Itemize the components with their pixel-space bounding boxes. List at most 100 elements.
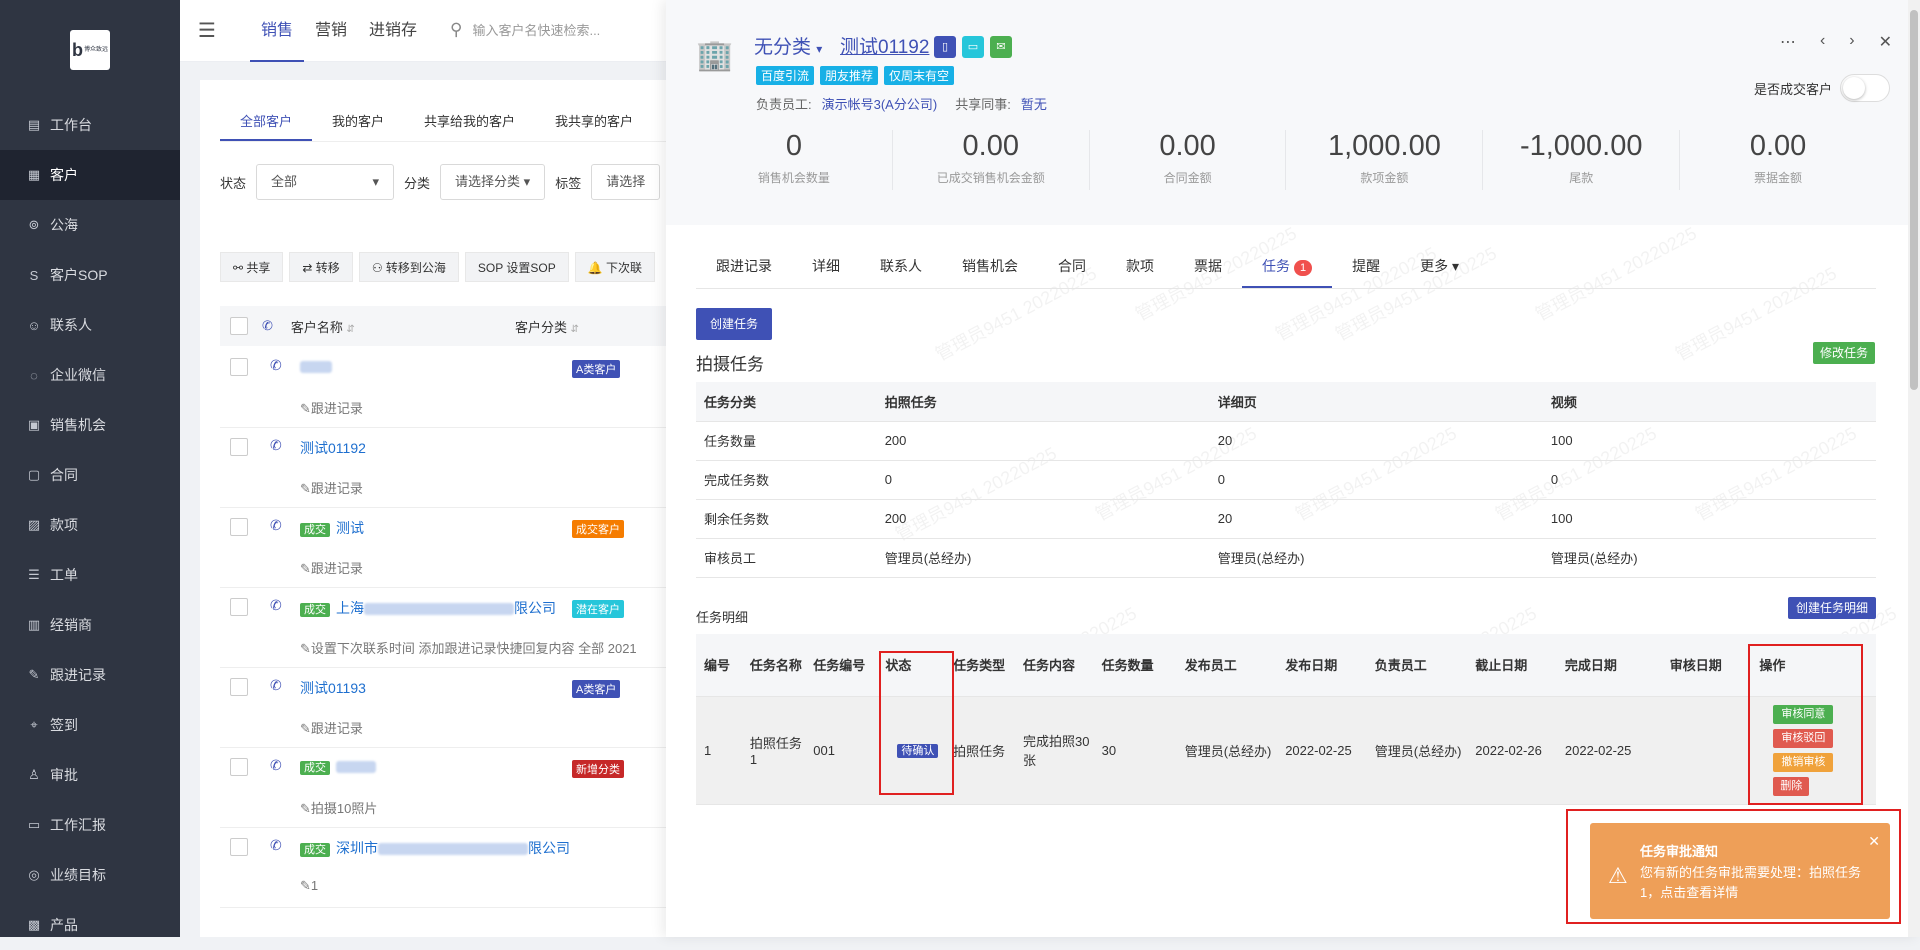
column-category[interactable]: 客户分类 ⇵: [515, 317, 579, 336]
move-to-pool-button[interactable]: ⚇ 转移到公海: [358, 252, 459, 282]
tab-4[interactable]: 合同: [1038, 245, 1106, 288]
category-dropdown[interactable]: 无分类 ▾: [754, 32, 822, 59]
table-row[interactable]: ✆ 成交 深圳市 限公司 ✎1: [220, 828, 720, 908]
follow-up-link[interactable]: ✎跟进记录: [300, 398, 363, 417]
toast-close-icon[interactable]: ✕: [1868, 833, 1880, 850]
sidebar-item[interactable]: ☺ 联系人: [0, 300, 180, 350]
table-row[interactable]: ✆ ✎跟进记录 A类客户: [220, 348, 720, 428]
next-icon[interactable]: ›: [1849, 32, 1854, 52]
customer-name-link[interactable]: [300, 358, 332, 374]
share-button[interactable]: ⚯ 共享: [220, 252, 284, 282]
table-row[interactable]: ✆ 成交 上海 限公司 ✎设置下次联系时间 添加跟进记录快捷回复内容 全部 2021 潜在…: [220, 588, 720, 668]
customer-name-link[interactable]: 成交 深圳市 限公司: [300, 838, 570, 858]
customer-name-link[interactable]: 成交 上海 限公司: [300, 598, 556, 618]
brand-logo[interactable]: b 博众致远: [70, 30, 110, 70]
category-select[interactable]: 请选择分类 ▾: [440, 164, 546, 200]
table-row[interactable]: ✆ 成交 ✎拍摄10照片 新增分类: [220, 748, 720, 828]
mail-icon[interactable]: ✉: [990, 36, 1012, 58]
tab-9[interactable]: 更多 ▾: [1400, 245, 1479, 288]
row-checkbox[interactable]: [230, 838, 248, 856]
task-approval-toast[interactable]: ⚠ 任务审批通知 您有新的任务审批需要处理：拍照任务1，点击查看详情 ✕: [1590, 823, 1890, 919]
row-checkbox[interactable]: [230, 358, 248, 376]
follow-up-link[interactable]: ✎拍摄10照片: [300, 798, 377, 817]
tab-shared-by-me[interactable]: 我共享的客户: [535, 102, 653, 141]
customer-name-link[interactable]: 成交: [300, 758, 376, 775]
sidebar-item[interactable]: ⌖ 签到: [0, 700, 180, 750]
tab-0[interactable]: 跟进记录: [696, 245, 792, 288]
phone-icon[interactable]: ✆: [270, 677, 282, 694]
sidebar-item[interactable]: ▭ 工作汇报: [0, 800, 180, 850]
sidebar-item[interactable]: ▩ 产品: [0, 900, 180, 950]
tab-1[interactable]: 详细: [792, 245, 860, 288]
phone-icon[interactable]: ✆: [270, 757, 282, 774]
owner-link[interactable]: 演示帐号3(A分公司): [822, 97, 938, 112]
more-icon[interactable]: ⋯: [1780, 32, 1796, 52]
tab-my-customers[interactable]: 我的客户: [312, 102, 404, 141]
phone-icon[interactable]: ✆: [270, 517, 282, 534]
row-checkbox[interactable]: [230, 678, 248, 696]
follow-up-link[interactable]: ✎跟进记录: [300, 558, 363, 577]
tab-inventory[interactable]: 进销存: [358, 0, 428, 62]
customer-name-link[interactable]: 测试01192: [300, 438, 366, 458]
sidebar-item[interactable]: ▤ 工作台: [0, 100, 180, 150]
tab-7[interactable]: 任务 1: [1242, 245, 1333, 288]
tab-sales[interactable]: 销售: [250, 0, 305, 62]
sidebar-item[interactable]: ♙ 审批: [0, 750, 180, 800]
sidebar-item[interactable]: S 客户SOP: [0, 250, 180, 300]
deal-toggle[interactable]: [1840, 74, 1890, 102]
phone-icon[interactable]: ✆: [270, 437, 282, 454]
sidebar-item[interactable]: ⊚ 公海: [0, 200, 180, 250]
phone-icon[interactable]: ✆: [270, 357, 282, 374]
tab-3[interactable]: 销售机会: [942, 245, 1038, 288]
message-icon[interactable]: ▭: [962, 36, 984, 58]
row-checkbox[interactable]: [230, 758, 248, 776]
sidebar-item[interactable]: ◌ 企业微信: [0, 350, 180, 400]
select-all-checkbox[interactable]: [230, 317, 248, 335]
follow-up-link[interactable]: ✎设置下次联系时间 添加跟进记录快捷回复内容 全部 2021: [300, 638, 637, 657]
mobile-icon[interactable]: ▯: [934, 36, 956, 58]
customer-name-link[interactable]: 成交 测试: [300, 518, 364, 538]
follow-up-link[interactable]: ✎跟进记录: [300, 718, 363, 737]
search-box[interactable]: ⚲ 输入客户名快速检索...: [450, 20, 600, 40]
column-customer-name[interactable]: 客户名称 ⇵: [291, 317, 355, 336]
phone-icon[interactable]: ✆: [270, 837, 282, 854]
next-contact-button[interactable]: 🔔 下次联: [574, 252, 656, 282]
menu-toggle-icon[interactable]: ☰: [198, 18, 216, 43]
status-select[interactable]: 全部 ▾: [256, 164, 395, 200]
transfer-button[interactable]: ⇄ 转移: [289, 252, 353, 282]
table-row[interactable]: 1 拍照任务1 001 待确认 拍照任务 完成拍照30张 30 管理员(总经办) 2022-02…: [696, 696, 1876, 805]
sidebar-item[interactable]: ▥ 经销商: [0, 600, 180, 650]
sidebar-item[interactable]: ▣ 销售机会: [0, 400, 180, 450]
tab-6[interactable]: 票据: [1174, 245, 1242, 288]
sidebar-item[interactable]: ▨ 款项: [0, 500, 180, 550]
follow-up-link[interactable]: ✎1: [300, 878, 318, 894]
close-icon[interactable]: ✕: [1879, 32, 1892, 52]
tab-2[interactable]: 联系人: [860, 245, 942, 288]
create-detail-button[interactable]: 创建任务明细: [1788, 597, 1876, 619]
sidebar-item[interactable]: ▦ 客户: [0, 150, 180, 200]
row-checkbox[interactable]: [230, 598, 248, 616]
sidebar-item[interactable]: ▢ 合同: [0, 450, 180, 500]
prev-icon[interactable]: ‹: [1820, 32, 1825, 52]
phone-icon[interactable]: ✆: [270, 597, 282, 614]
tab-shared-to-me[interactable]: 共享给我的客户: [404, 102, 535, 141]
set-sop-button[interactable]: SOP 设置SOP: [464, 252, 569, 282]
table-row[interactable]: ✆ 成交 测试 ✎跟进记录 成交客户: [220, 508, 720, 588]
search-input[interactable]: 输入客户名快速检索...: [472, 23, 600, 38]
customer-name-link[interactable]: 测试01193: [300, 678, 366, 698]
tab-5[interactable]: 款项: [1106, 245, 1174, 288]
create-task-button[interactable]: 创建任务: [696, 308, 772, 340]
row-checkbox[interactable]: [230, 518, 248, 536]
tab-8[interactable]: 提醒: [1332, 245, 1400, 288]
drawer-scrollbar[interactable]: [1908, 0, 1920, 937]
tab-marketing[interactable]: 营销: [304, 0, 358, 62]
tag-select[interactable]: 请选择: [591, 164, 661, 200]
sidebar-item[interactable]: ✎ 跟进记录: [0, 650, 180, 700]
table-row[interactable]: ✆ 测试01193 ✎跟进记录 A类客户: [220, 668, 720, 748]
table-row[interactable]: ✆ 测试01192 ✎跟进记录: [220, 428, 720, 508]
sidebar-item[interactable]: ☰ 工单: [0, 550, 180, 600]
sidebar-item[interactable]: ◎ 业绩目标: [0, 850, 180, 900]
row-checkbox[interactable]: [230, 438, 248, 456]
tab-all-customers[interactable]: 全部客户: [220, 102, 313, 141]
follow-up-link[interactable]: ✎跟进记录: [300, 478, 363, 497]
